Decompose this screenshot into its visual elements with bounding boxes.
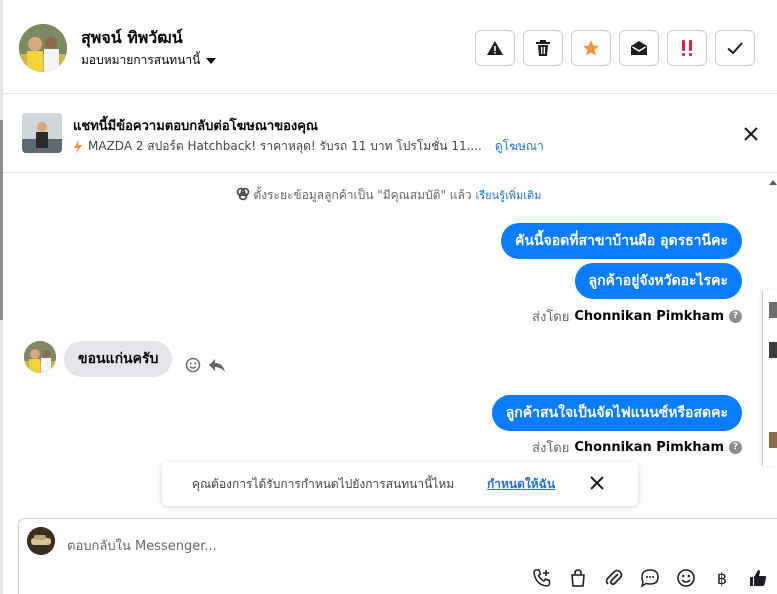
outgoing-message[interactable]: ลูกค้าสนใจเป็นจัดไฟแนนซ์หรือสดคะ [491,395,742,431]
sent-by-label: ส่งโดย Chonnikan Pimkham ? [532,437,742,458]
thumbs-up-icon [750,570,767,586]
ad-thumbnail[interactable] [22,113,62,153]
close-toast-button[interactable] [588,474,606,492]
emoji-icon [677,569,695,587]
ad-subtitle: MAZDA 2 สปอร์ต Hatchback! ราคาหลุด! รับร… [88,139,482,153]
react-button[interactable] [185,357,201,373]
ad-banner-subtitle-row: MAZDA 2 สปอร์ต Hatchback! ราคาหลุด! รับร… [73,137,544,156]
call-add-icon [533,569,551,587]
lightning-icon [74,139,82,154]
outgoing-message[interactable]: ลูกค้าอยู่จังหวัดอะไรคะ [574,263,742,299]
check-icon [727,42,743,55]
star-icon [583,40,599,56]
page-avatar [27,527,55,555]
sent-by-prefix: ส่งโดย [532,441,570,456]
reply-arrow-icon [209,359,225,372]
composer-toolbar: ฿ [531,567,769,589]
message-composer: ตอบกลับใน Messenger... ฿ [18,518,777,594]
smiley-icon [185,357,201,373]
shop-button[interactable] [567,567,589,589]
assign-to-me-link[interactable]: กำหนดให้ฉัน [487,475,555,494]
trash-icon [536,40,550,56]
warning-icon [487,41,503,55]
help-icon[interactable]: ? [729,310,742,323]
system-note: ตั้งระยะข้อมูลลูกค้าเป็น "มีคุณสมบัติ" แ… [0,186,777,205]
like-button[interactable] [747,567,769,589]
reminder-text: คุณต้องการได้รับการกำหนดไปยังการสนทนานี้… [192,477,455,491]
assign-dropdown[interactable]: มอบหมายการสนทนานี้ [81,51,217,70]
learn-more-link[interactable]: เรียนรู้เพิ่มเติม [475,189,541,202]
mark-unread-button[interactable] [619,30,659,66]
outgoing-message[interactable]: คันนี้จอดที่สาขาบ้านผือ อุดรธานีคะ [501,223,742,259]
attach-button[interactable] [603,567,625,589]
contact-avatar-small[interactable] [24,341,56,373]
inbox-conversation-page: สุพจน์ ทิพวัฒน์ มอบหมายการสนทนานี้ แชทนี… [0,0,777,594]
assign-reminder-toast: คุณต้องการได้รับการกำหนดไปยังการสนทนานี้… [162,462,638,506]
contact-avatar[interactable] [19,24,67,72]
close-icon [744,127,758,141]
sent-by-name: Chonnikan Pimkham [574,440,724,455]
attachment-icon [605,569,623,586]
system-note-text: ตั้งระยะข้อมูลลูกค้าเป็น "มีคุณสมบัติ" แ… [253,188,472,202]
star-button[interactable] [571,30,611,66]
priority-button[interactable] [667,30,707,66]
mark-unread-icon [631,41,647,55]
view-ad-link[interactable]: ดูโฆษณา [495,137,544,156]
call-button[interactable] [531,567,553,589]
ad-reply-banner: แชทนี้มีข้อความตอบกลับต่อโฆษณาของคุณ MAZ… [3,94,777,173]
incoming-message[interactable]: ขอนแก่นครับ [64,341,173,377]
shopping-bag-icon [571,569,585,587]
delete-button[interactable] [523,30,563,66]
header-actions [475,30,755,66]
side-list-thumbnail[interactable] [769,432,777,448]
side-list-panel [762,290,777,466]
saved-replies-button[interactable] [639,567,661,589]
contact-name: สุพจน์ ทิพวัฒน์ [81,28,183,47]
reply-button[interactable] [208,357,226,373]
caret-down-icon [206,57,217,64]
baht-icon: ฿ [716,568,728,588]
side-list-thumbnail[interactable] [769,342,777,358]
assign-label: มอบหมายการสนทนานี้ [81,53,201,67]
close-banner-button[interactable] [741,124,761,144]
reply-input[interactable]: ตอบกลับใน Messenger... [67,535,217,556]
report-spam-button[interactable] [475,30,515,66]
qualified-icon [236,187,249,201]
mark-done-button[interactable] [715,30,755,66]
help-icon[interactable]: ? [729,441,742,454]
ad-banner-title: แชทนี้มีข้อความตอบกลับต่อโฆษณาของคุณ [73,119,318,134]
sent-by-prefix: ส่งโดย [532,310,570,325]
emoji-button[interactable] [675,567,697,589]
sent-by-label: ส่งโดย Chonnikan Pimkham ? [532,306,742,327]
sent-by-name: Chonnikan Pimkham [574,309,724,324]
side-list-thumbnail[interactable] [769,302,777,318]
close-icon [590,476,604,490]
payment-button[interactable]: ฿ [711,567,733,589]
chat-bubble-icon [640,569,659,588]
priority-icon [682,40,692,56]
conversation-header: สุพจน์ ทิพวัฒน์ มอบหมายการสนทนานี้ [3,0,777,94]
scroll-up-arrow-icon[interactable] [769,180,777,185]
